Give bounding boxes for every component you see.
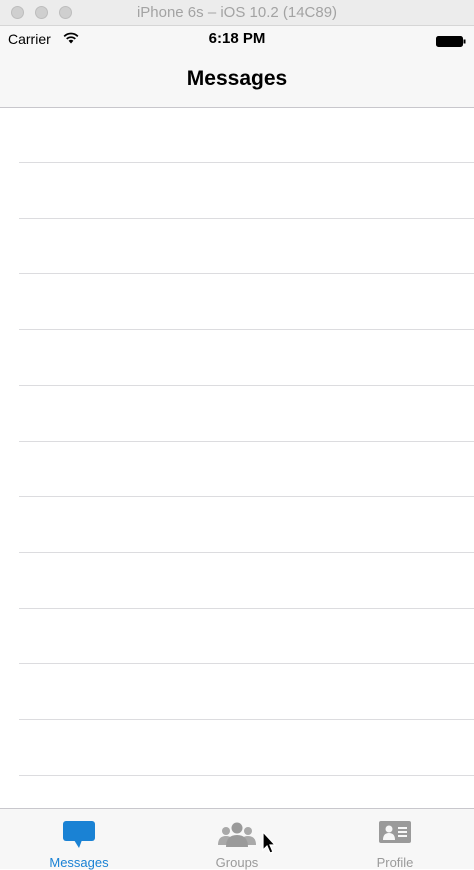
- table-row[interactable]: [0, 164, 474, 219]
- window-titlebar: iPhone 6s – iOS 10.2 (14C89): [0, 0, 474, 26]
- window-title: iPhone 6s – iOS 10.2 (14C89): [136, 4, 338, 21]
- table-row[interactable]: [0, 219, 474, 275]
- speech-bubble-icon: [63, 821, 95, 854]
- tab-groups-label: Groups: [215, 855, 259, 870]
- table-row[interactable]: [0, 442, 474, 498]
- table-row[interactable]: [0, 665, 474, 720]
- mouse-pointer-icon: [262, 830, 277, 860]
- table-row[interactable]: [0, 721, 474, 776]
- messages-table[interactable]: [0, 108, 474, 832]
- table-row[interactable]: [0, 108, 474, 163]
- table-row[interactable]: [0, 275, 474, 331]
- tab-profile-label: Profile: [376, 855, 414, 870]
- navigation-bar: Messages: [0, 52, 474, 108]
- tab-messages[interactable]: Messages: [0, 809, 158, 870]
- tab-messages-label: Messages: [49, 855, 109, 870]
- simulator-window: iPhone 6s – iOS 10.2 (14C89) Carrier 6:1…: [0, 0, 474, 870]
- battery-icon: [436, 34, 466, 47]
- table-row[interactable]: [0, 331, 474, 386]
- tab-profile[interactable]: Profile: [316, 809, 474, 870]
- contact-card-icon: [379, 821, 411, 850]
- table-row[interactable]: [0, 498, 474, 553]
- tab-bar: Messages Groups Profile: [0, 808, 474, 870]
- status-bar: Carrier 6:18 PM: [0, 26, 474, 52]
- table-row[interactable]: [0, 387, 474, 442]
- table-row[interactable]: [0, 609, 474, 665]
- status-time: 6:18 PM: [208, 30, 266, 47]
- table-row[interactable]: [0, 554, 474, 609]
- tab-groups[interactable]: Groups: [158, 809, 316, 870]
- page-title: Messages: [186, 67, 288, 90]
- group-icon: [217, 821, 257, 854]
